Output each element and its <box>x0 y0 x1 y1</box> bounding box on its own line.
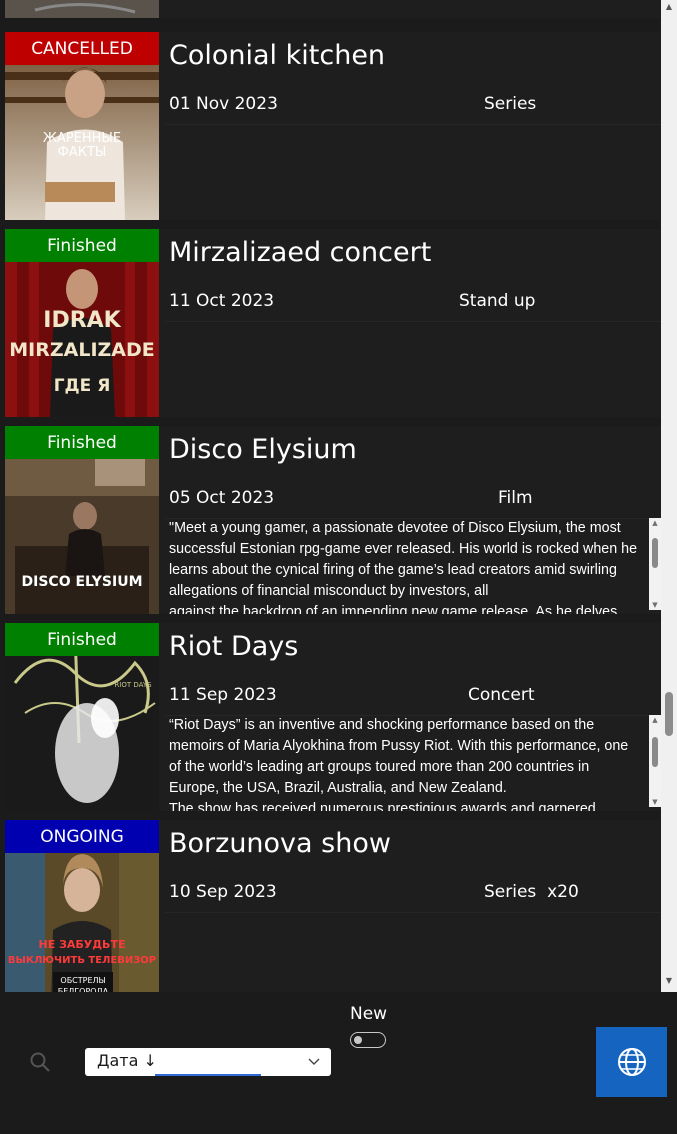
svg-text:НЕ ЗАБУДЬТЕ: НЕ ЗАБУДЬТЕ <box>39 938 126 951</box>
divider <box>165 321 661 322</box>
scroll-down-icon[interactable]: ▼ <box>649 797 661 807</box>
new-toggle[interactable] <box>350 1032 386 1048</box>
list-item[interactable]: НЕ ЗАБУДЬТЕ ВЫКЛЮЧИТЬ ТЕЛЕВИЗОР ОБСТРЕЛЫ… <box>5 820 661 992</box>
description-box[interactable]: “Riot Days” is an inventive and shocking… <box>165 715 655 811</box>
globe-icon <box>617 1048 646 1076</box>
svg-text:MIRZALIZADE: MIRZALIZADE <box>9 339 155 361</box>
toggle-knob <box>354 1036 362 1044</box>
item-date: 10 Sep 2023 <box>169 882 277 902</box>
list-item[interactable]: ЖАРЕННЫЕ ФАКТЫ CANCELLED Colonial kitche… <box>5 32 661 220</box>
language-button[interactable] <box>596 1027 667 1097</box>
scroll-down-icon[interactable]: ▼ <box>649 600 661 610</box>
chevron-down-icon <box>308 1058 320 1065</box>
svg-text:DISCO ELYSIUM: DISCO ELYSIUM <box>22 574 143 590</box>
status-badge: Finished <box>5 623 159 656</box>
scroll-thumb[interactable] <box>665 692 673 736</box>
bottom-toolbar: Дата ↓ New <box>0 992 677 1134</box>
sort-dropdown[interactable]: Дата ↓ <box>85 1048 331 1076</box>
item-title[interactable]: Disco Elysium <box>169 434 357 465</box>
item-date: 05 Oct 2023 <box>169 488 275 508</box>
scroll-up-icon[interactable]: ▲ <box>649 518 661 528</box>
list-item[interactable]: DISCO ELYSIUM Finished Disco Elysium 05 … <box>5 426 661 614</box>
item-date: 11 Sep 2023 <box>169 685 277 705</box>
new-label: New <box>350 1004 388 1024</box>
sort-value: Дата ↓ <box>97 1051 157 1070</box>
status-badge: Finished <box>5 426 159 459</box>
description-scrollbar[interactable]: ▲ ▼ <box>649 715 661 807</box>
list-item[interactable]: IDRAK MIRZALIZADE ГДЕ Я Finished Mirzali… <box>5 229 661 417</box>
poster-text: ЖАРЕННЫЕ <box>43 131 121 146</box>
scroll-up-icon[interactable]: ▲ <box>661 2 677 11</box>
item-title[interactable]: Colonial kitchen <box>169 40 385 71</box>
status-badge: Finished <box>5 229 159 262</box>
svg-text:ФАКТЫ: ФАКТЫ <box>58 145 107 160</box>
scroll-thumb[interactable] <box>652 737 658 767</box>
scroll-down-icon[interactable]: ▼ <box>661 976 677 985</box>
item-genre: Concert <box>468 685 535 705</box>
svg-text:RIOT DAYS: RIOT DAYS <box>114 681 152 689</box>
description-box[interactable]: "Meet a young gamer, a passionate devote… <box>165 518 655 614</box>
poster-image <box>5 0 159 18</box>
content-list[interactable]: ЖАРЕННЫЕ ФАКТЫ CANCELLED Colonial kitche… <box>0 0 661 992</box>
status-badge: CANCELLED <box>5 32 159 65</box>
item-date: 11 Oct 2023 <box>169 291 275 311</box>
description-scrollbar[interactable]: ▲ ▼ <box>649 518 661 610</box>
divider <box>165 124 661 125</box>
focus-underline <box>155 1074 261 1076</box>
svg-text:ОБСТРЕЛЫ: ОБСТРЕЛЫ <box>60 976 105 985</box>
svg-text:ГДЕ Я: ГДЕ Я <box>54 376 111 396</box>
item-title[interactable]: Riot Days <box>169 631 298 662</box>
item-description: “Riot Days” is an inventive and shocking… <box>169 717 629 811</box>
status-badge: ONGOING <box>5 820 159 853</box>
divider <box>165 912 661 913</box>
svg-text:IDRAK: IDRAK <box>43 308 121 333</box>
item-description: "Meet a young gamer, a passionate devote… <box>169 520 638 614</box>
main-scrollbar[interactable]: ▲ ▼ <box>661 0 677 992</box>
item-genre: Series <box>484 94 537 114</box>
scroll-up-icon[interactable]: ▲ <box>649 715 661 725</box>
list-item-partial[interactable] <box>5 0 661 18</box>
svg-text:ВЫКЛЮЧИТЬ ТЕЛЕВИЗОР: ВЫКЛЮЧИТЬ ТЕЛЕВИЗОР <box>8 955 156 966</box>
item-title[interactable]: Mirzalizaed concert <box>169 237 431 268</box>
search-icon[interactable] <box>28 1050 52 1074</box>
list-item[interactable]: RIOT DAYS Finished Riot Days 11 Sep 2023… <box>5 623 661 811</box>
item-title[interactable]: Borzunova show <box>169 828 391 859</box>
item-date: 01 Nov 2023 <box>169 94 278 114</box>
item-genre: Stand up <box>459 291 536 311</box>
item-genre: Series x20 <box>484 882 579 902</box>
item-genre: Film <box>498 488 533 508</box>
scroll-thumb[interactable] <box>652 538 658 568</box>
